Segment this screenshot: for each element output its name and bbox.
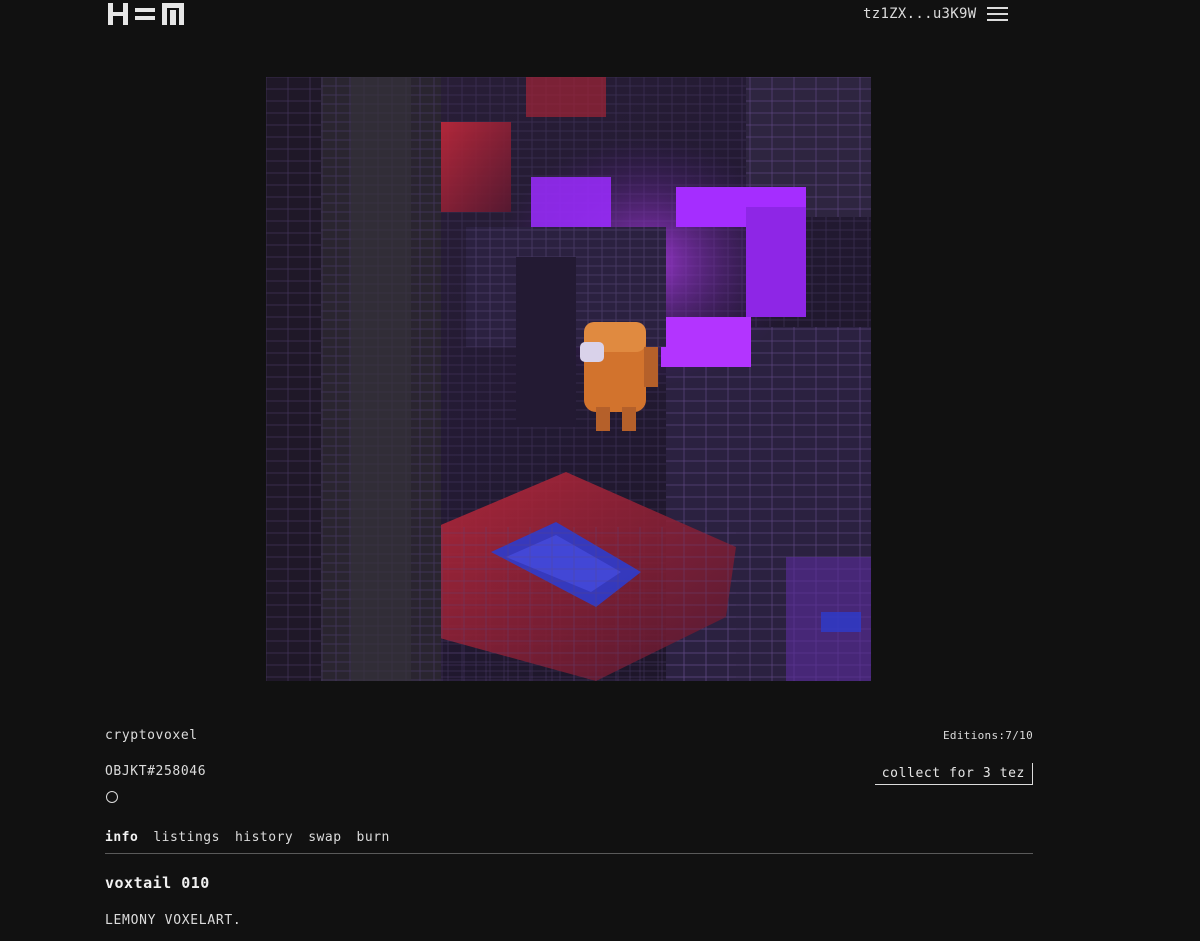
tab-burn[interactable]: burn [357, 830, 390, 853]
objkt-description: LEMONY VOXELART. [105, 913, 242, 928]
objkt-id: OBJKT#258046 [105, 764, 207, 779]
voxel-art-graphic [266, 77, 871, 681]
menu-line [987, 19, 1008, 21]
tab-info[interactable]: info [105, 830, 138, 853]
page: tz1ZX...u3K9W cryptovoxel Editions:7/10 … [0, 0, 1200, 941]
tab-bar: info listings history swap burn [105, 830, 1033, 854]
artwork-image[interactable] [266, 77, 871, 681]
creator-name[interactable]: cryptovoxel [105, 728, 198, 743]
tab-history[interactable]: history [235, 830, 293, 853]
menu-line [987, 13, 1008, 15]
hen-logo[interactable] [108, 3, 184, 25]
tab-listings[interactable]: listings [153, 830, 220, 853]
hamburger-menu-icon[interactable] [987, 7, 1008, 23]
menu-line [987, 7, 1008, 9]
circle-icon [106, 791, 118, 803]
objkt-title: voxtail 010 [105, 874, 210, 892]
wallet-address[interactable]: tz1ZX...u3K9W [863, 6, 976, 22]
collect-button[interactable]: collect for 3 tez [874, 763, 1033, 785]
editions-count: Editions:7/10 [943, 729, 1033, 742]
tab-swap[interactable]: swap [308, 830, 341, 853]
